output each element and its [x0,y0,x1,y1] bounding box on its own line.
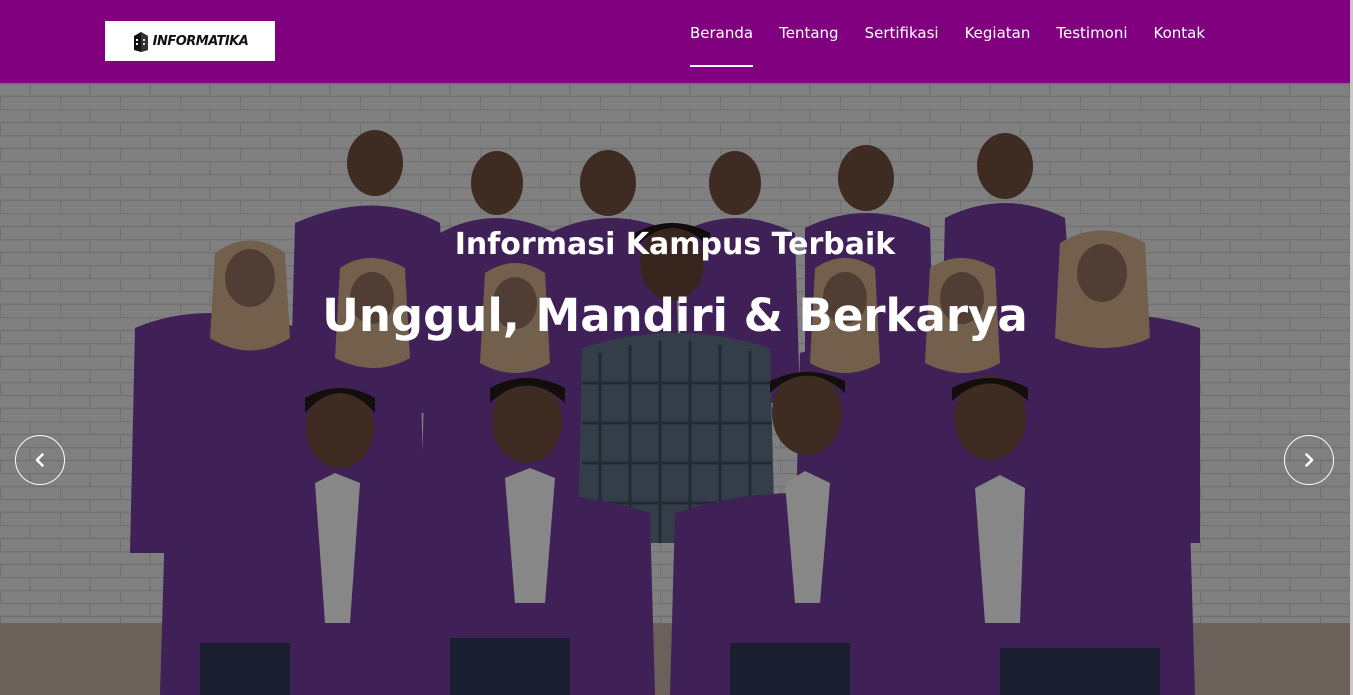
logo-text: INFORMATIKA [152,33,249,49]
nav-item-testimoni[interactable]: Testimoni [1043,0,1140,67]
nav-label: Tentang [779,24,839,42]
site-logo[interactable]: INFORMATIKA [105,21,275,61]
hero-carousel: Informasi Kampus Terbaik Unggul, Mandiri… [0,83,1350,695]
carousel-prev-button[interactable] [15,435,65,485]
navbar: INFORMATIKA Beranda Tentang Sertifikasi … [0,0,1353,83]
chevron-right-icon [1305,453,1314,467]
nav-item-tentang[interactable]: Tentang [766,0,851,67]
nav-item-sertifikasi[interactable]: Sertifikasi [852,0,952,67]
nav-label: Sertifikasi [864,24,939,42]
nav-item-beranda[interactable]: Beranda [677,0,766,67]
carousel-next-button[interactable] [1284,435,1334,485]
chevron-left-icon [35,453,44,467]
hero-title: Unggul, Mandiri & Berkarya [322,289,1028,342]
main-nav: Beranda Tentang Sertifikasi Kegiatan Tes… [677,0,1218,83]
nav-label: Testimoni [1056,24,1128,42]
hero-dark-overlay [0,83,1350,695]
nav-label: Kontak [1153,24,1206,42]
nav-item-kegiatan[interactable]: Kegiatan [952,0,1044,67]
nav-label: Kegiatan [964,24,1031,42]
building-logo-icon [133,32,148,52]
nav-label: Beranda [690,24,754,42]
nav-item-kontak[interactable]: Kontak [1141,0,1219,67]
hero-subtitle: Informasi Kampus Terbaik [454,227,896,262]
